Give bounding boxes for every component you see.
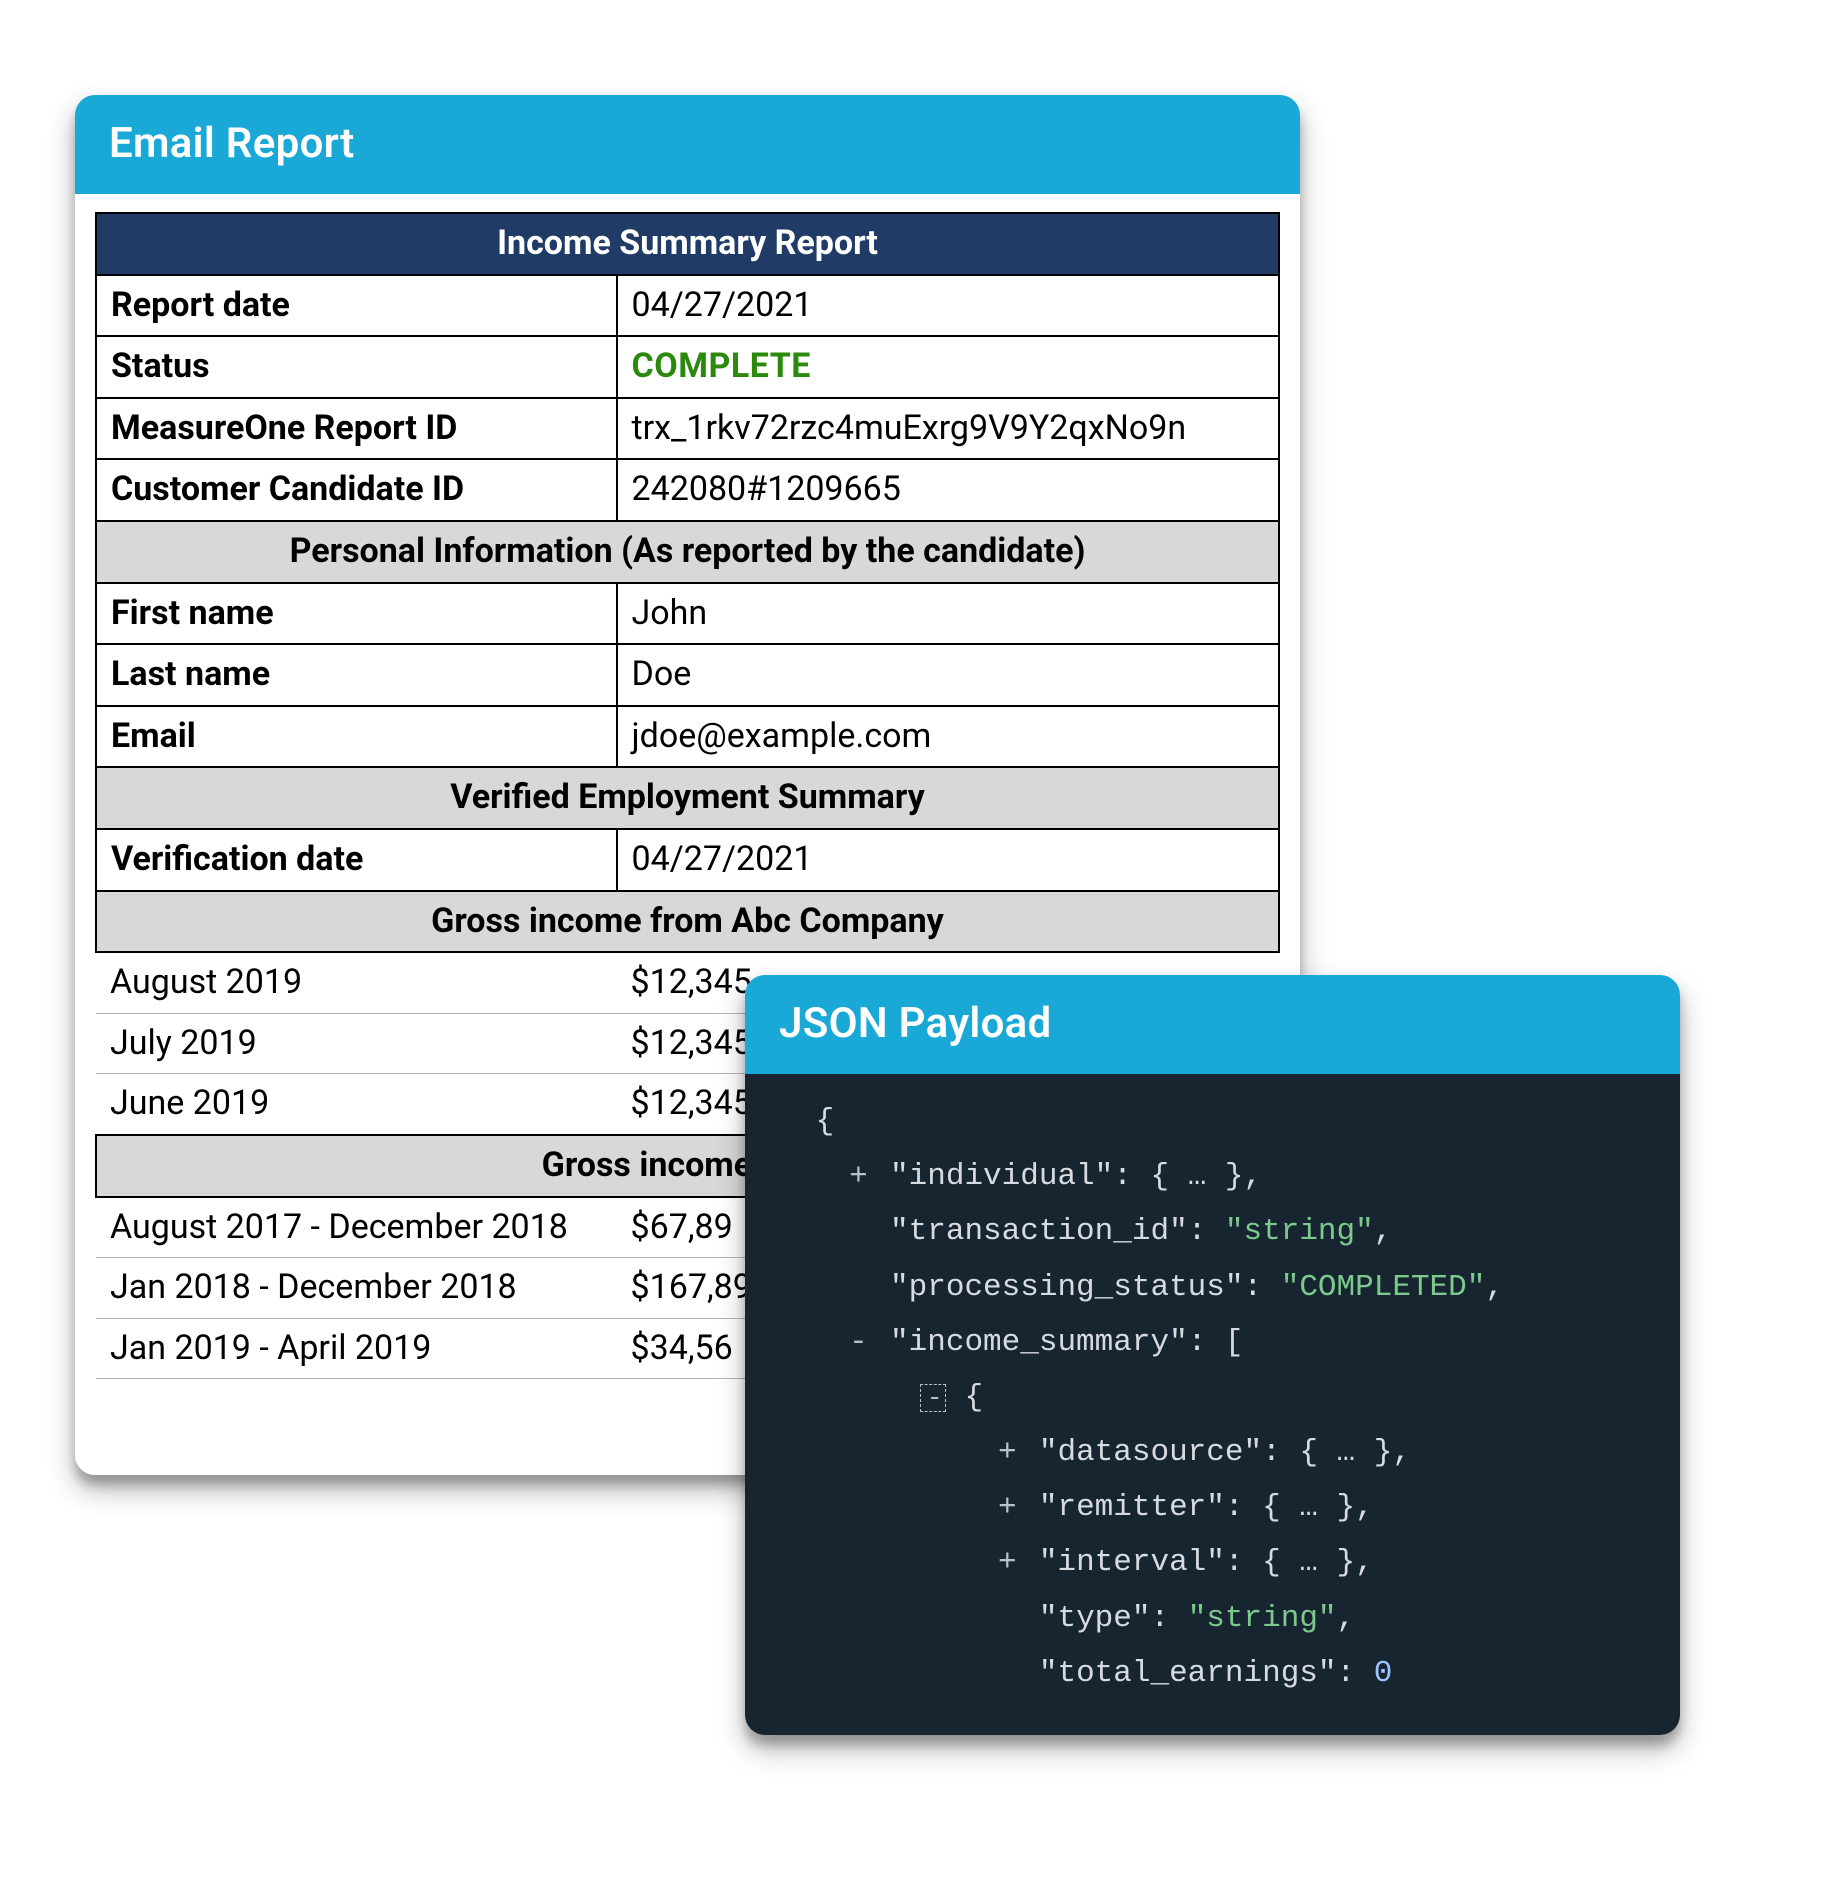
row-label: Report date xyxy=(96,275,617,337)
row-label: First name xyxy=(96,583,617,645)
row-label: Verification date xyxy=(96,829,617,891)
row-label: August 2017 - December 2018 xyxy=(96,1197,617,1258)
row-value: 242080#1209665 xyxy=(617,459,1279,521)
row-value: 04/27/2021 xyxy=(617,275,1279,337)
json-payload-panel: JSON Payload { + "individual": { … }, "t… xyxy=(745,975,1680,1735)
row-label: Jan 2018 - December 2018 xyxy=(96,1258,617,1319)
row-label: June 2019 xyxy=(96,1074,617,1135)
email-report-title: Email Report xyxy=(75,95,1300,194)
json-toggle-icon[interactable]: - xyxy=(845,1315,871,1370)
row-value: COMPLETE xyxy=(617,336,1279,398)
row-label: July 2019 xyxy=(96,1013,617,1074)
json-payload-body: { + "individual": { … }, "transaction_id… xyxy=(745,1074,1680,1735)
section-income-summary: Income Summary Report xyxy=(96,213,1279,275)
json-toggle-icon[interactable]: + xyxy=(994,1480,1020,1535)
row-label: Email xyxy=(96,706,617,768)
row-label: Customer Candidate ID xyxy=(96,459,617,521)
row-value: jdoe@example.com xyxy=(617,706,1279,768)
json-payload-title: JSON Payload xyxy=(745,975,1680,1074)
section-verified-employment: Verified Employment Summary xyxy=(96,767,1279,829)
row-label: August 2019 xyxy=(96,952,617,1013)
row-label: Jan 2019 - April 2019 xyxy=(96,1318,617,1379)
row-label: MeasureOne Report ID xyxy=(96,398,617,460)
row-label: Last name xyxy=(96,644,617,706)
section-personal-info: Personal Information (As reported by the… xyxy=(96,521,1279,583)
json-toggle-icon[interactable]: + xyxy=(994,1425,1020,1480)
json-toggle-icon[interactable]: + xyxy=(845,1149,871,1204)
section-gross-income-1: Gross income from Abc Company xyxy=(96,891,1279,953)
json-toggle-icon[interactable]: + xyxy=(994,1535,1020,1590)
row-label: Status xyxy=(96,336,617,398)
row-value: trx_1rkv72rzc4muExrg9V9Y2qxNo9n xyxy=(617,398,1279,460)
row-value: Doe xyxy=(617,644,1279,706)
row-value: John xyxy=(617,583,1279,645)
row-value: 04/27/2021 xyxy=(617,829,1279,891)
json-toggle-icon[interactable]: - xyxy=(920,1384,946,1412)
